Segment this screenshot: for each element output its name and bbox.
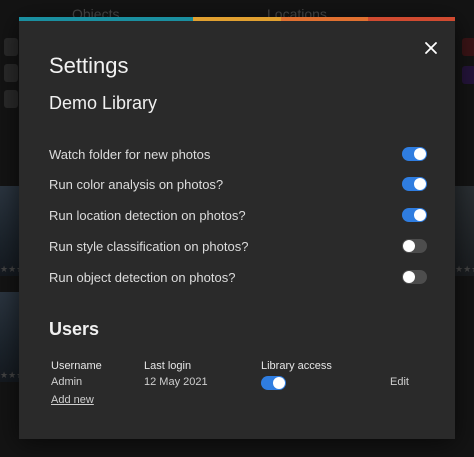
filter-chip[interactable] [462,38,474,56]
close-icon [425,42,437,54]
toggle-knob [403,240,415,252]
watch-folder-toggle[interactable] [402,147,427,161]
add-new-user-link[interactable]: Add new [51,394,94,406]
toggle-knob [273,377,285,389]
setting-row-object-detection: Run object detection on photos? [49,267,427,287]
edit-user-link[interactable]: Edit [390,376,409,388]
column-header-library-access: Library access [261,360,332,372]
location-detection-toggle[interactable] [402,208,427,222]
accent-segment [106,17,194,21]
object-detection-toggle[interactable] [402,270,427,284]
style-classification-toggle[interactable] [402,239,427,253]
accent-segment [193,17,281,21]
setting-label: Run color analysis on photos? [49,176,224,192]
photo-thumbnail[interactable] [454,186,474,276]
setting-row-color-analysis: Run color analysis on photos? [49,174,427,194]
setting-label: Watch folder for new photos [49,146,211,162]
library-access-toggle[interactable] [261,376,286,390]
setting-label: Run style classification on photos? [49,238,249,254]
accent-segment [367,17,456,21]
photo-thumbnail[interactable] [0,292,20,382]
color-analysis-toggle[interactable] [402,177,427,191]
setting-row-watch-folder: Watch folder for new photos [49,144,427,164]
toggle-knob [403,271,415,283]
filter-chip[interactable] [4,90,18,108]
modal-title: Settings [49,53,129,78]
accent-bar [19,17,456,21]
setting-label: Run location detection on photos? [49,207,246,223]
close-button[interactable] [422,39,440,57]
user-last-login: 12 May 2021 [144,376,208,388]
users-heading: Users [49,319,100,339]
filter-chip[interactable] [4,64,18,82]
filter-chip[interactable] [4,38,18,56]
accent-segment [19,17,107,21]
user-username: Admin [51,376,83,388]
toggle-knob [414,209,426,221]
library-name: Demo Library [49,93,158,113]
setting-row-style-classification: Run style classification on photos? [49,236,427,256]
rating-stars[interactable]: ★★★ [455,264,474,275]
setting-row-location-detection: Run location detection on photos? [49,205,427,225]
settings-modal: Settings Demo Library Watch folder for n… [19,17,456,439]
filter-chip[interactable] [462,66,474,84]
setting-label: Run object detection on photos? [49,269,236,285]
toggle-knob [414,178,426,190]
photo-thumbnail[interactable] [0,186,20,276]
column-header-last-login: Last login [144,360,192,372]
accent-segment [280,17,368,21]
toggle-knob [414,148,426,160]
column-header-username: Username [51,360,102,372]
